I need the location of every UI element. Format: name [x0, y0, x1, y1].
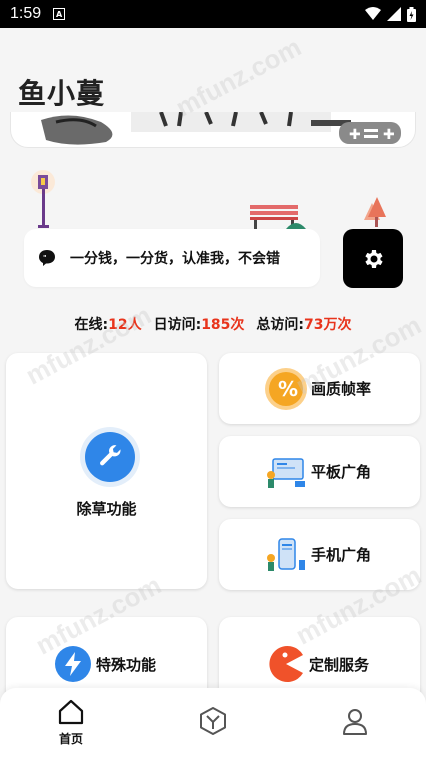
percent-badge-icon: %	[265, 367, 307, 410]
cube-icon	[200, 707, 226, 735]
quality-fps-label: 画质帧率	[311, 380, 372, 398]
daily-visits-label: 日访问:	[153, 317, 202, 333]
announcement-text: 一分钱，一分货，认准我，不会错	[70, 251, 280, 267]
custom-service-label: 定制服务	[309, 655, 370, 674]
quality-fps-card[interactable]: % 画质帧率	[219, 353, 420, 424]
tablet-wide-label: 平板广角	[311, 463, 372, 481]
watermark: mfunz.com	[170, 31, 307, 123]
tablet-illustration-icon	[267, 457, 305, 488]
banner-image[interactable]: ✚ ✚	[10, 112, 416, 148]
decorative-scene	[0, 165, 426, 235]
tab-profile[interactable]	[284, 688, 426, 759]
phone-wide-card[interactable]: 手机广角	[219, 519, 420, 590]
svg-text:✚: ✚	[349, 127, 361, 143]
total-visits-label: 总访问:	[256, 317, 305, 333]
online-value: 12人	[108, 317, 142, 333]
svg-text:%: %	[278, 377, 298, 401]
pacman-icon	[269, 646, 303, 682]
total-visits-value: 73万次	[304, 317, 352, 333]
bottom-tab-bar: 首页	[0, 688, 426, 759]
online-label: 在线:	[74, 317, 109, 333]
status-time: 1:59	[10, 5, 42, 22]
tablet-wide-card[interactable]: 平板广角	[219, 436, 420, 507]
gear-icon	[365, 249, 383, 268]
banner-art: ✚ ✚	[41, 112, 401, 145]
wifi-icon	[365, 7, 381, 20]
svg-text:": "	[43, 254, 47, 262]
phone-illustration-icon	[267, 537, 305, 571]
wrench-icon	[100, 445, 121, 466]
tab-home[interactable]: 首页	[0, 688, 142, 759]
tab-home-label: 首页	[58, 732, 83, 746]
wrench-icon-container	[80, 427, 140, 487]
weed-removal-card[interactable]: 除草功能	[6, 353, 207, 589]
lightning-icon	[55, 646, 91, 682]
chat-bubble-icon: "	[39, 250, 55, 266]
scene-art	[31, 170, 386, 230]
daily-visits-value: 185次	[201, 317, 245, 333]
signal-icon	[387, 7, 401, 21]
visit-stats: 在线:12人 日访问:185次 总访问:73万次	[0, 314, 426, 334]
home-icon	[58, 699, 84, 725]
phone-wide-label: 手机广角	[311, 546, 372, 564]
svg-text:✚: ✚	[383, 127, 395, 143]
status-bar: 1:59 A	[0, 0, 426, 28]
weed-removal-label: 除草功能	[76, 500, 137, 518]
notification-icon: A	[53, 8, 66, 20]
tab-box[interactable]	[142, 688, 284, 759]
battery-icon	[407, 6, 416, 22]
settings-button[interactable]	[343, 229, 403, 288]
user-icon	[343, 709, 367, 735]
announcement-box: " 一分钱，一分货，认准我，不会错	[24, 229, 320, 287]
app-title: 鱼小蔓	[18, 77, 106, 110]
special-features-label: 特殊功能	[96, 655, 157, 674]
